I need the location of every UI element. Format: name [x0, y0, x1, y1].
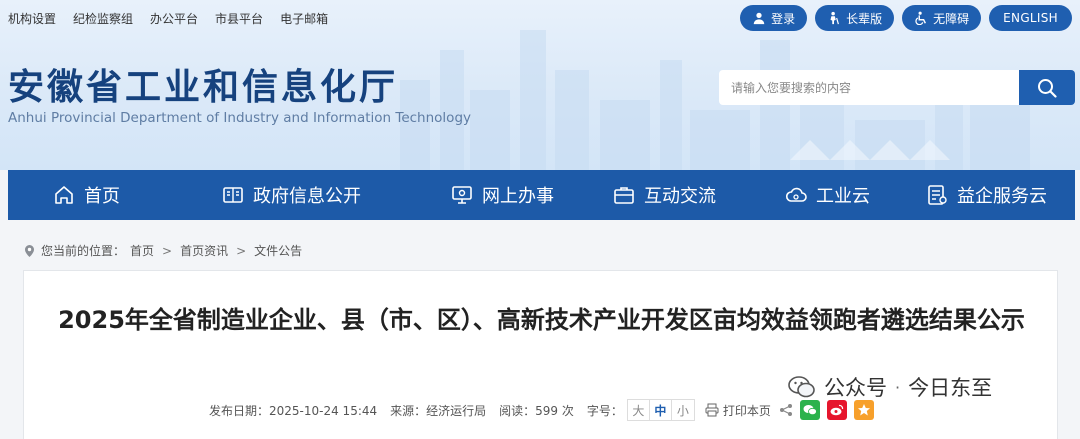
search-button[interactable]	[1019, 70, 1075, 105]
watermark-name: 今日东至	[908, 376, 993, 400]
site-header: 机构设置 纪检监察组 办公平台 市县平台 电子邮箱 登录 长辈版 无障碍 ENG…	[0, 0, 1080, 170]
accessibility-button[interactable]: 无障碍	[902, 5, 982, 31]
wechat-watermark: 公众号 · 今日东至	[788, 372, 992, 402]
elder-mode-button[interactable]: 长辈版	[815, 5, 895, 31]
document-icon	[928, 185, 947, 205]
top-link-office[interactable]: 办公平台	[150, 10, 198, 27]
nav-label-home: 首页	[84, 186, 120, 207]
english-button[interactable]: ENGLISH	[989, 5, 1072, 31]
elder-icon	[830, 11, 840, 25]
english-label: ENGLISH	[1003, 11, 1058, 25]
top-link-city-county[interactable]: 市县平台	[215, 10, 263, 27]
breadcrumb-notices[interactable]: 文件公告	[254, 242, 302, 259]
wechat-icon	[803, 405, 817, 416]
accessibility-label: 无障碍	[933, 11, 970, 26]
breadcrumb-news[interactable]: 首页资讯	[180, 242, 228, 259]
location-pin-icon	[25, 244, 34, 257]
breadcrumb-separator: >	[236, 243, 247, 258]
book-icon	[223, 187, 243, 203]
top-link-discipline[interactable]: 纪检监察组	[73, 10, 133, 27]
nav-item-home[interactable]: 首页	[53, 170, 120, 220]
watermark-separator: ·	[895, 377, 901, 397]
elder-mode-label: 长辈版	[846, 11, 883, 26]
nav-label-industry-cloud: 工业云	[816, 186, 870, 207]
search-input[interactable]	[719, 70, 1019, 105]
site-title-english: Anhui Provincial Department of Industry …	[8, 110, 472, 126]
nav-label-interaction: 互动交流	[644, 186, 716, 207]
share-qzone-button[interactable]	[853, 400, 874, 420]
breadcrumb-home[interactable]: 首页	[130, 242, 154, 259]
share-icon	[779, 404, 792, 416]
main-nav: 首页 政府信息公开 网上办事 互动交流 工业云 益企服务云	[8, 170, 1075, 220]
weibo-icon	[830, 404, 844, 416]
home-icon	[55, 186, 73, 204]
top-links: 机构设置 纪检监察组 办公平台 市县平台 电子邮箱	[8, 10, 328, 27]
star-icon	[857, 404, 870, 416]
publish-date: 发布日期：2025-10-24 15:44	[209, 403, 378, 418]
article-panel: 2025年全省制造业企业、县（市、区）、高新技术产业开发区亩均效益领跑者遴选结果…	[23, 270, 1058, 439]
font-size-small[interactable]: 小	[672, 400, 694, 420]
watermark-prefix: 公众号	[824, 376, 887, 400]
article-title: 2025年全省制造业企业、县（市、区）、高新技术产业开发区亩均效益领跑者遴选结果…	[58, 306, 1025, 334]
wheelchair-icon	[915, 11, 927, 25]
nav-label-online-service: 网上办事	[482, 186, 554, 207]
share-weibo-button[interactable]	[826, 400, 847, 420]
nav-item-interaction[interactable]: 互动交流	[613, 170, 716, 220]
wechat-logo-icon	[788, 376, 815, 398]
breadcrumb: 您当前的位置： 首页 > 首页资讯 > 文件公告	[23, 242, 302, 259]
nav-label-enterprise-cloud: 益企服务云	[957, 186, 1047, 207]
nav-label-gov-info: 政府信息公开	[253, 186, 361, 207]
printer-icon	[705, 403, 719, 417]
article-meta: 发布日期：2025-10-24 15:44 来源：经济运行局 阅读：599 次 …	[209, 399, 874, 421]
breadcrumb-separator: >	[162, 243, 173, 258]
nav-item-enterprise-cloud[interactable]: 益企服务云	[926, 170, 1047, 220]
login-label: 登录	[771, 11, 796, 26]
nav-item-industry-cloud[interactable]: 工业云	[785, 170, 870, 220]
cloud-icon	[785, 187, 807, 202]
briefcase-icon	[614, 187, 634, 204]
site-title[interactable]: 安徽省工业和信息化厅	[8, 58, 398, 110]
search-icon	[1038, 78, 1057, 98]
breadcrumb-prefix: 您当前的位置：	[41, 244, 126, 258]
nav-item-gov-info[interactable]: 政府信息公开	[222, 170, 361, 220]
user-icon	[753, 12, 765, 25]
read-count: 阅读：599 次	[499, 403, 574, 418]
font-size-medium[interactable]: 中	[650, 400, 672, 420]
print-label: 打印本页	[722, 403, 771, 418]
monitor-icon	[452, 186, 472, 204]
top-buttons: 登录 长辈版 无障碍 ENGLISH	[740, 5, 1072, 31]
font-size-label: 字号：	[586, 403, 623, 418]
login-button[interactable]: 登录	[740, 5, 808, 31]
font-size-switcher: 大 中 小	[626, 399, 695, 421]
top-link-org[interactable]: 机构设置	[8, 10, 56, 27]
print-button[interactable]: 打印本页	[705, 402, 771, 419]
nav-item-online-service[interactable]: 网上办事	[451, 170, 554, 220]
font-size-large[interactable]: 大	[628, 400, 650, 420]
search-bar	[719, 70, 1075, 105]
share-wechat-button[interactable]	[799, 400, 820, 420]
share-buttons	[779, 400, 874, 420]
top-link-email[interactable]: 电子邮箱	[280, 10, 328, 27]
article-source: 来源：经济运行局	[390, 403, 487, 418]
